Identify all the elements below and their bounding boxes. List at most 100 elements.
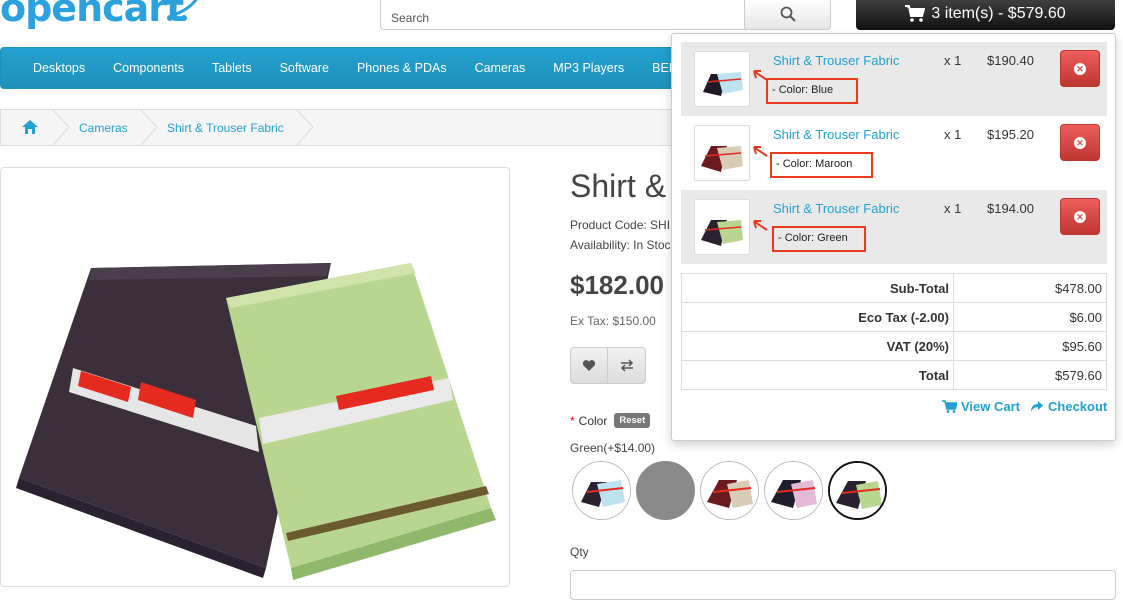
- cart-dropdown: Shirt & Trouser Fabric - Color: Blue x 1…: [671, 33, 1116, 441]
- times-circle-icon: ✕: [1074, 210, 1086, 223]
- swatch-pink[interactable]: [764, 461, 823, 520]
- fabric-green-thumbnail: [701, 220, 743, 246]
- share-icon: [1031, 401, 1044, 412]
- cart-item-name[interactable]: Shirt & Trouser Fabric: [773, 53, 899, 68]
- totals-label: Sub-Total: [681, 273, 954, 303]
- swatch-blue[interactable]: [572, 461, 631, 520]
- cart-button-label: 3 item(s) - $579.60: [931, 4, 1066, 22]
- cart-item-row: Shirt & Trouser Fabric - Color: Green x …: [681, 190, 1107, 264]
- fabric-maroon-thumbnail: [701, 146, 743, 172]
- wishlist-button[interactable]: [570, 347, 608, 384]
- exchange-icon: [620, 359, 633, 372]
- fabric-maroon-thumbnail: [701, 462, 758, 519]
- cart-item-row: Shirt & Trouser Fabric - Color: Blue x 1…: [681, 42, 1107, 116]
- totals-row: Total $579.60: [681, 360, 1107, 390]
- breadcrumb-product[interactable]: Shirt & Trouser Fabric: [167, 121, 284, 135]
- swatch-green-selected[interactable]: [828, 461, 887, 520]
- cart-item-price: $190.40: [987, 53, 1034, 68]
- fabric-blue-thumbnail: [703, 72, 743, 96]
- totals-row: VAT (20%) $95.60: [681, 331, 1107, 361]
- qty-input[interactable]: [570, 570, 1116, 600]
- cart-item-row: Shirt & Trouser Fabric - Color: Maroon x…: [681, 116, 1107, 190]
- color-option-label: * Color Reset: [570, 413, 651, 428]
- fabric-blue-thumbnail: [573, 462, 630, 519]
- search-input[interactable]: Search: [380, 0, 745, 30]
- menu-item-tablets[interactable]: Tablets: [198, 61, 266, 75]
- cart-item-thumbnail[interactable]: [694, 199, 750, 255]
- cart-item-thumbnail[interactable]: [694, 51, 750, 107]
- shopping-cart-icon: [905, 5, 926, 22]
- search-button[interactable]: [744, 0, 831, 30]
- cart-item-thumbnail[interactable]: [694, 125, 750, 181]
- cart-links: View Cart Checkout: [942, 399, 1107, 414]
- search-icon: [780, 6, 796, 22]
- totals-label: Eco Tax (-2.00): [681, 302, 954, 332]
- cart-item-qty: x 1: [944, 127, 962, 142]
- breadcrumb-separator-icon: [139, 109, 158, 146]
- remove-item-button[interactable]: ✕: [1060, 124, 1100, 161]
- breadcrumb-separator-icon: [295, 109, 314, 146]
- product-availability: Availability: In Stoc: [570, 238, 671, 252]
- annotation-arrow-icon: [753, 220, 768, 231]
- view-cart-link[interactable]: View Cart: [942, 399, 1020, 414]
- color-label-text: Color: [578, 413, 608, 428]
- menu-item-software[interactable]: Software: [266, 61, 343, 75]
- checkout-label: Checkout: [1048, 399, 1108, 414]
- cart-item-option: - Color: Maroon: [770, 152, 873, 178]
- menu-item-mp3-players[interactable]: MP3 Players: [539, 61, 638, 75]
- view-cart-label: View Cart: [961, 399, 1021, 414]
- qty-label: Qty: [570, 545, 589, 559]
- menu-item-cameras[interactable]: Cameras: [461, 61, 540, 75]
- logo-cart-icon: [167, 0, 198, 21]
- required-marker: *: [570, 413, 575, 428]
- totals-value: $6.00: [953, 302, 1107, 332]
- cart-item-name[interactable]: Shirt & Trouser Fabric: [773, 201, 899, 216]
- cart-item-price: $195.20: [987, 127, 1034, 142]
- cart-item-option: - Color: Blue: [766, 78, 858, 104]
- product-ex-tax: Ex Tax: $150.00: [570, 314, 656, 328]
- totals-row: Eco Tax (-2.00) $6.00: [681, 302, 1107, 332]
- fabric-pink-thumbnail: [765, 462, 822, 519]
- cart-item-qty: x 1: [944, 201, 962, 216]
- breadcrumb-separator-icon: [51, 109, 70, 146]
- product-main-image[interactable]: [0, 167, 510, 587]
- cart-item-price: $194.00: [987, 201, 1034, 216]
- checkout-link[interactable]: Checkout: [1030, 399, 1107, 414]
- swatch-maroon[interactable]: [700, 461, 759, 520]
- fabric-image: [16, 263, 496, 580]
- times-circle-icon: ✕: [1074, 62, 1086, 75]
- fabric-green-thumbnail: [830, 463, 885, 518]
- menu-item-components[interactable]: Components: [99, 61, 198, 75]
- cart-button[interactable]: 3 item(s) - $579.60: [856, 0, 1115, 30]
- product-title: Shirt &: [570, 168, 667, 204]
- shopping-cart-icon: [942, 400, 957, 413]
- totals-row: Sub-Total $478.00: [681, 273, 1107, 303]
- totals-value: $95.60: [953, 331, 1107, 361]
- cart-item-name[interactable]: Shirt & Trouser Fabric: [773, 127, 899, 142]
- product-actions: [570, 347, 646, 384]
- heart-icon: [582, 360, 596, 371]
- remove-item-button[interactable]: ✕: [1060, 198, 1100, 235]
- times-circle-icon: ✕: [1074, 136, 1086, 149]
- totals-label: Total: [681, 360, 954, 390]
- annotation-arrow-icon: [753, 146, 768, 157]
- swatch-grey[interactable]: [636, 461, 695, 520]
- reset-button[interactable]: Reset: [614, 413, 651, 428]
- totals-label: VAT (20%): [681, 331, 954, 361]
- remove-item-button[interactable]: ✕: [1060, 50, 1100, 87]
- product-code: Product Code: SHI: [570, 218, 671, 232]
- totals-value: $478.00: [953, 273, 1107, 303]
- cart-totals-table: Sub-Total $478.00 Eco Tax (-2.00) $6.00 …: [681, 273, 1107, 390]
- compare-button[interactable]: [608, 347, 646, 384]
- home-icon[interactable]: [21, 119, 39, 135]
- totals-value: $579.60: [953, 360, 1107, 390]
- selected-color-value: Green(+$14.00): [570, 441, 656, 455]
- menu-item-desktops[interactable]: Desktops: [19, 61, 99, 75]
- cart-item-qty: x 1: [944, 53, 962, 68]
- main-menu: Desktops Components Tablets Software Pho…: [0, 47, 700, 89]
- breadcrumb-cameras[interactable]: Cameras: [79, 121, 128, 135]
- opencart-logo[interactable]: opencart: [0, 0, 184, 30]
- menu-item-phones-pdas[interactable]: Phones & PDAs: [343, 61, 461, 75]
- cart-item-option: - Color: Green: [772, 226, 866, 252]
- product-price: $182.00: [570, 270, 664, 300]
